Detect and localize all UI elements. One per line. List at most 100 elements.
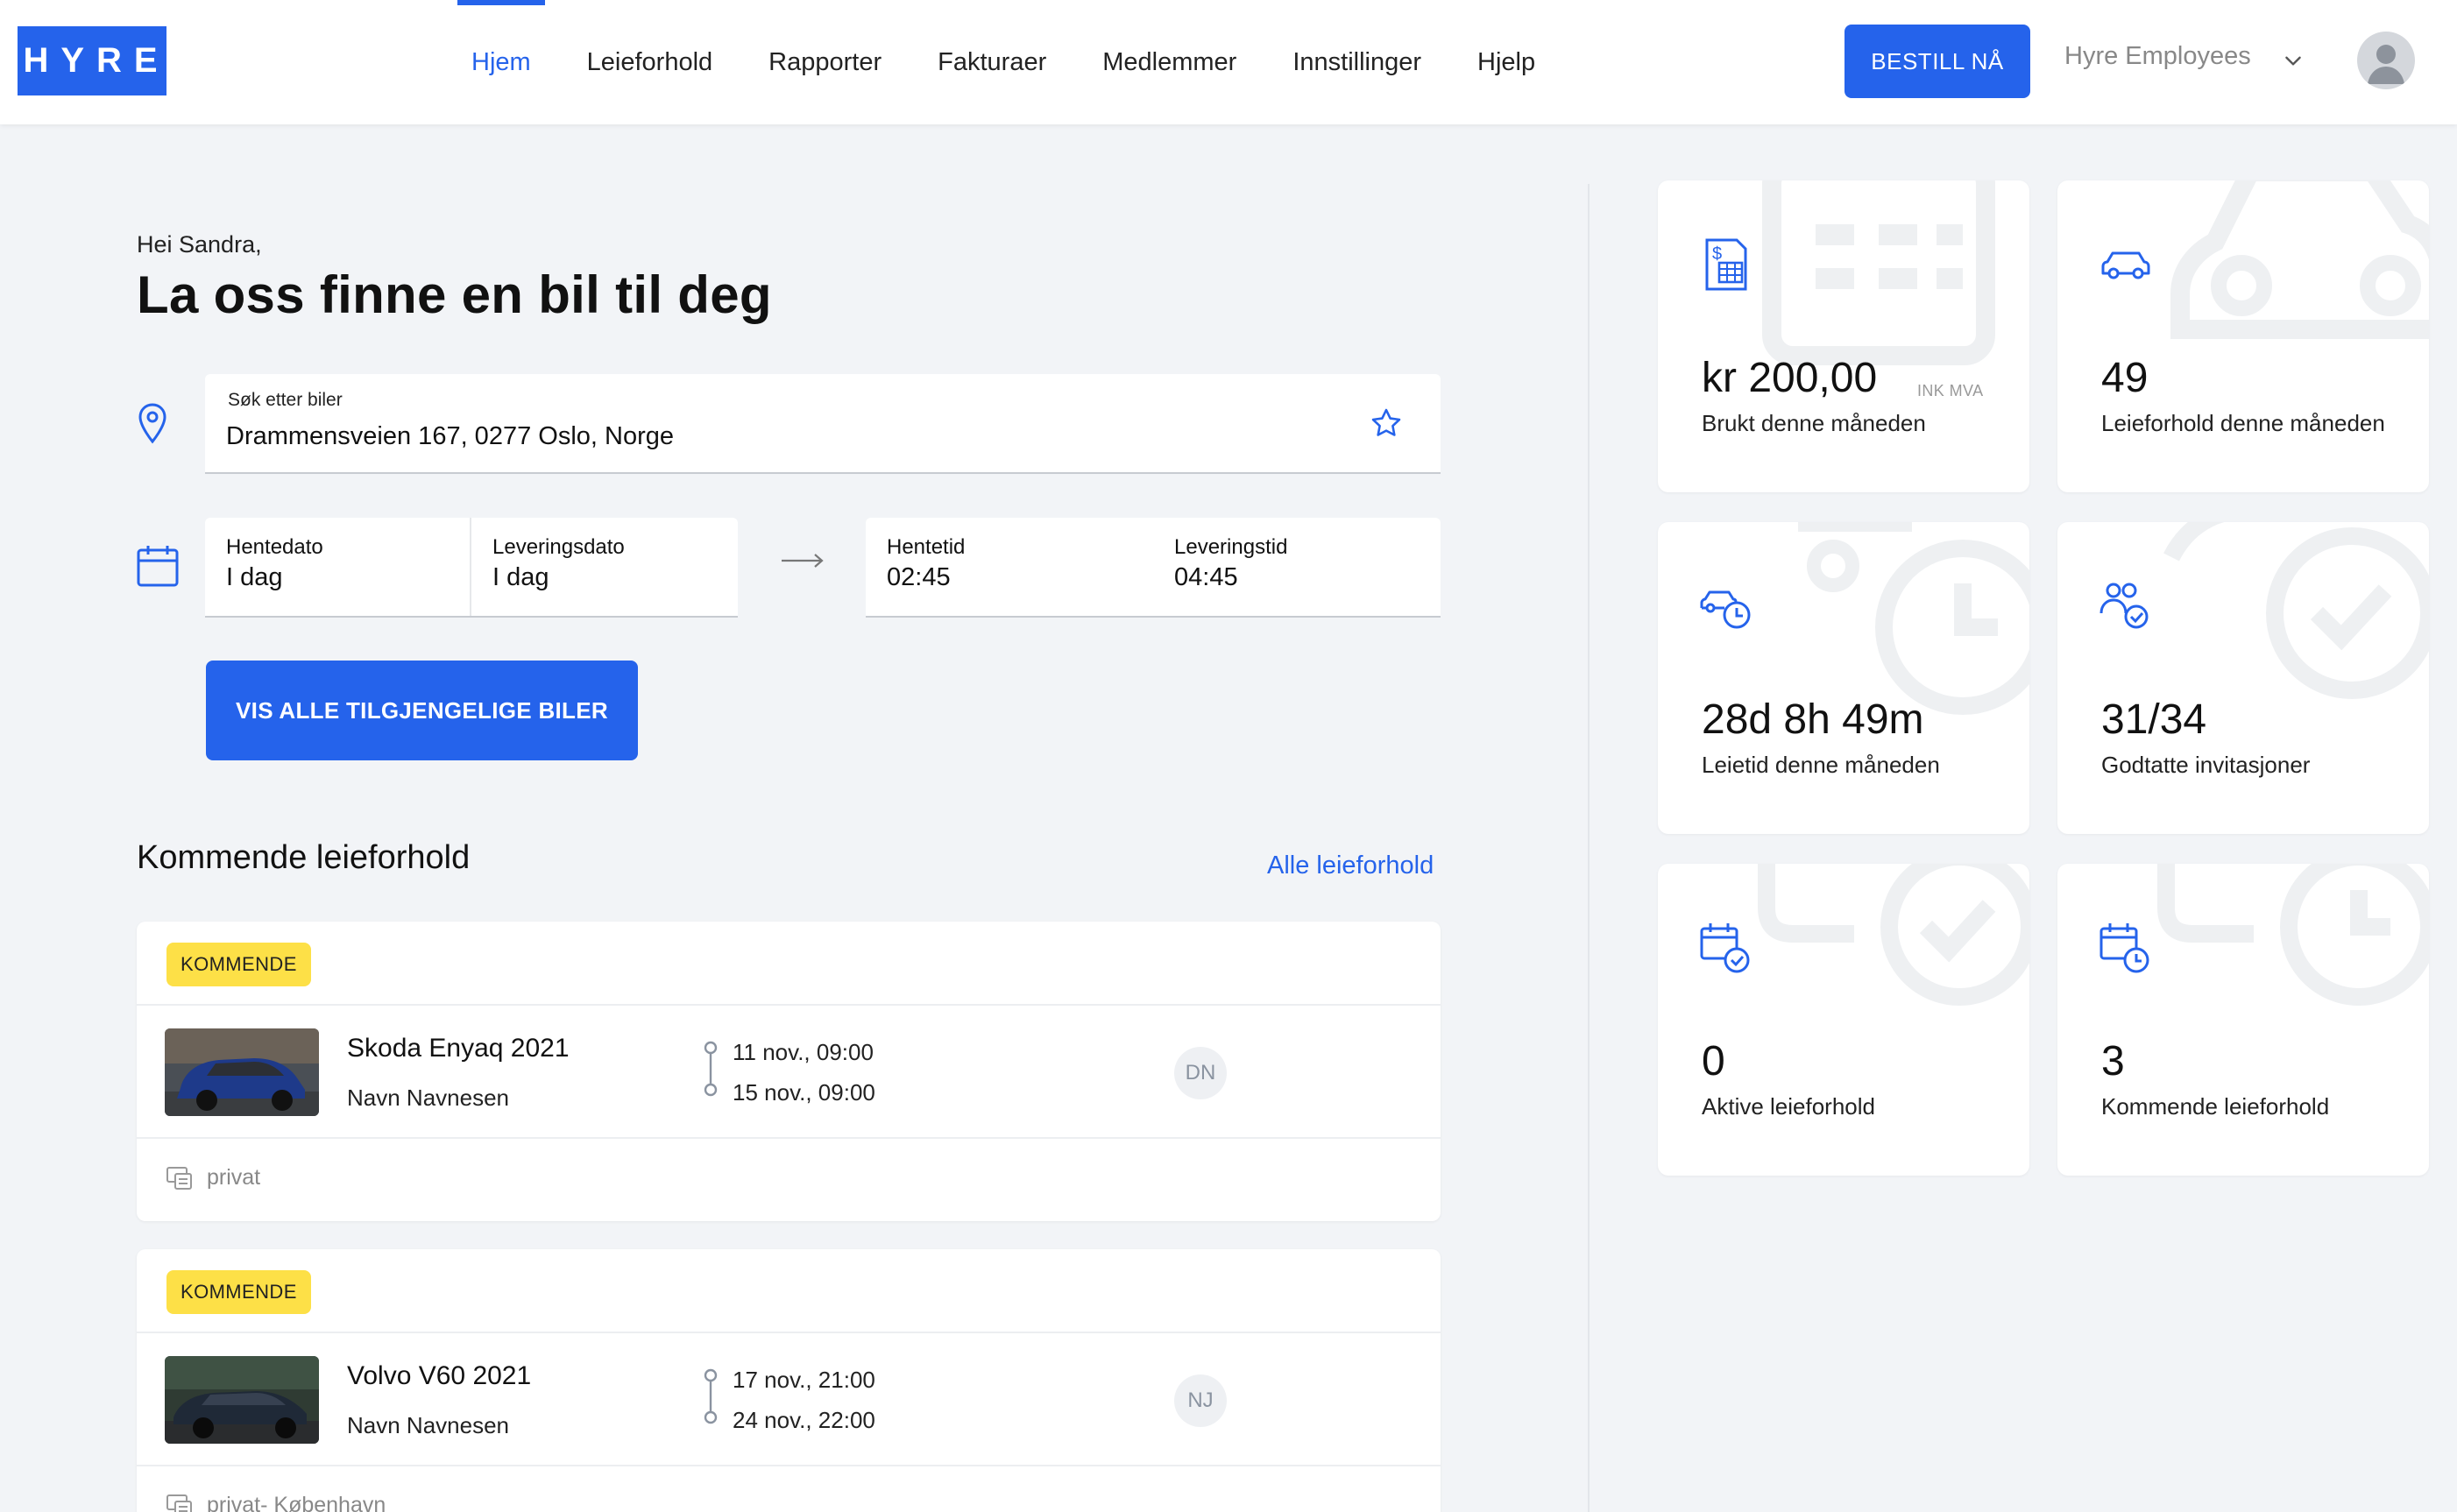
main-nav: Hjem Leieforhold Rapporter Fakturaer Med… (457, 0, 1577, 124)
user-silhouette-icon (2368, 45, 2404, 84)
stat-value: 31/34 (2101, 696, 2207, 743)
stat-card-invitations: 31/34 Godtatte invitasjoner (2057, 522, 2429, 834)
stat-card-spent: $ kr 200,00 INK MVA Brukt denne måneden (1658, 180, 2029, 492)
greeting: Hei Sandra, (137, 231, 262, 258)
users-check-icon (2099, 583, 2149, 629)
location-label: Søk etter biler (228, 390, 343, 410)
car-photo-illustration (165, 1028, 319, 1116)
nav-item-hjem[interactable]: Hjem (457, 0, 545, 124)
location-input[interactable] (226, 418, 1365, 455)
calendar-check-watermark-icon (1758, 864, 2029, 1006)
card-divider (137, 1465, 1441, 1466)
all-bookings-link[interactable]: Alle leieforhold (1267, 851, 1434, 880)
nav-item-fakturaer[interactable]: Fakturaer (924, 0, 1060, 124)
nav-item-innstillinger[interactable]: Innstillinger (1278, 0, 1435, 124)
column-divider (1588, 184, 1590, 1512)
pickup-date-label: Hentedato (226, 535, 323, 559)
delivery-date-field[interactable]: Leveringsdato I dag (471, 518, 738, 616)
timeline-icon (704, 1041, 718, 1097)
pickup-time-value: 02:45 (887, 563, 951, 591)
order-now-button[interactable]: BESTILL NÅ (1845, 25, 2030, 98)
status-badge: KOMMENDE (166, 943, 311, 986)
pickup-time-label: Hentetid (887, 535, 966, 559)
top-navigation-bar: HYRE Hjem Leieforhold Rapporter Fakturae… (0, 0, 2457, 124)
stat-value: 49 (2101, 355, 2149, 401)
check-watermark-icon (2163, 522, 2429, 699)
stat-card-rental-time: 28d 8h 49m Leietid denne måneden (1658, 522, 2029, 834)
time-picker: Hentetid 02:45 Leveringstid 04:45 (866, 518, 1441, 618)
nav-item-rapporter[interactable]: Rapporter (754, 0, 896, 124)
start-time: 17 nov., 21:00 (733, 1367, 875, 1393)
delivery-date-value: I dag (492, 563, 549, 591)
car-photo (165, 1028, 319, 1116)
stat-card-upcoming: 3 Kommende leieforhold (2057, 864, 2429, 1176)
stat-card-active: 0 Aktive leieforhold (1658, 864, 2029, 1176)
calendar-clock-watermark-icon (2157, 864, 2429, 1006)
stat-label: Brukt denne måneden (1702, 410, 1926, 436)
pickup-date-field[interactable]: Hentedato I dag (205, 518, 470, 616)
calendar-check-icon (1700, 923, 1750, 973)
card-divider (137, 1137, 1441, 1139)
company-selector[interactable]: Hyre Employees (2064, 42, 2251, 71)
invoice-watermark-icon (1762, 180, 1995, 365)
car-name: Skoda Enyaq 2021 (347, 1034, 570, 1063)
show-available-cars-button[interactable]: VIS ALLE TILGJENGELIGE BILER (206, 661, 638, 760)
stat-label: Leieforhold denne måneden (2101, 410, 2385, 436)
cost-tag-icon (166, 1494, 192, 1512)
invoice-icon: $ (1705, 238, 1747, 291)
card-divider (137, 1004, 1441, 1006)
stat-label: Kommende leieforhold (2101, 1093, 2330, 1120)
driver-name: Navn Navnesen (347, 1085, 509, 1111)
nav-item-leieforhold[interactable]: Leieforhold (573, 0, 727, 124)
status-badge: KOMMENDE (166, 1270, 311, 1314)
arrow-right-icon (782, 554, 824, 568)
pickup-time-field[interactable]: Hentetid 02:45 (866, 518, 1153, 616)
card-divider (137, 1332, 1441, 1333)
car-clock-icon (1700, 590, 1751, 629)
stat-label: Leietid denne måneden (1702, 752, 1940, 778)
car-icon (2101, 251, 2150, 279)
stat-value: 28d 8h 49m (1702, 696, 1924, 743)
delivery-time-field[interactable]: Leveringstid 04:45 (1153, 518, 1441, 616)
cost-tag-label: privat- København (207, 1493, 386, 1512)
star-icon[interactable] (1369, 406, 1404, 441)
booking-card[interactable]: KOMMENDE Volvo V60 2021 Navn Navnesen 17… (137, 1249, 1441, 1512)
chevron-down-icon[interactable] (2282, 49, 2305, 72)
cost-tag-icon (166, 1167, 192, 1190)
start-time: 11 nov., 09:00 (733, 1039, 874, 1065)
delivery-time-value: 04:45 (1174, 563, 1238, 591)
delivery-time-label: Leveringstid (1174, 535, 1288, 559)
stat-value: 0 (1702, 1038, 1725, 1085)
stat-label: Aktive leieforhold (1702, 1093, 1875, 1120)
car-photo-illustration (165, 1356, 319, 1444)
end-time: 24 nov., 22:00 (733, 1407, 875, 1433)
car-watermark-icon (2170, 180, 2429, 339)
end-time: 15 nov., 09:00 (733, 1079, 875, 1106)
delivery-date-label: Leveringsdato (492, 535, 625, 559)
page-title: La oss finne en bil til deg (137, 265, 772, 324)
location-pin-icon (138, 403, 166, 444)
location-search-field[interactable]: Søk etter biler (205, 374, 1441, 474)
user-avatar[interactable] (2357, 32, 2415, 89)
car-photo (165, 1356, 319, 1444)
stat-value: kr 200,00 (1702, 355, 1878, 401)
driver-name: Navn Navnesen (347, 1412, 509, 1438)
stat-label: Godtatte invitasjoner (2101, 752, 2311, 778)
stat-value: 3 (2101, 1038, 2125, 1085)
driver-initials-avatar: NJ (1174, 1374, 1227, 1427)
calendar-clock-icon (2099, 923, 2149, 973)
clock-watermark-icon (1798, 522, 2029, 715)
hyre-logo[interactable]: HYRE (18, 26, 166, 95)
date-picker: Hentedato I dag Leveringsdato I dag (205, 518, 738, 618)
stat-vat-note: INK MVA (1917, 382, 1984, 399)
nav-item-hjelp[interactable]: Hjelp (1463, 0, 1549, 124)
booking-card[interactable]: KOMMENDE Skoda Enyaq 2021 Navn Navnesen … (137, 922, 1441, 1221)
calendar-icon (137, 546, 179, 587)
timeline-icon (704, 1368, 718, 1424)
car-name: Volvo V60 2021 (347, 1361, 532, 1390)
pickup-date-value: I dag (226, 563, 283, 591)
nav-item-medlemmer[interactable]: Medlemmer (1088, 0, 1250, 124)
driver-initials-avatar: DN (1174, 1047, 1227, 1099)
svg-text:$: $ (1712, 244, 1722, 264)
cost-tag-label: privat (207, 1165, 261, 1190)
